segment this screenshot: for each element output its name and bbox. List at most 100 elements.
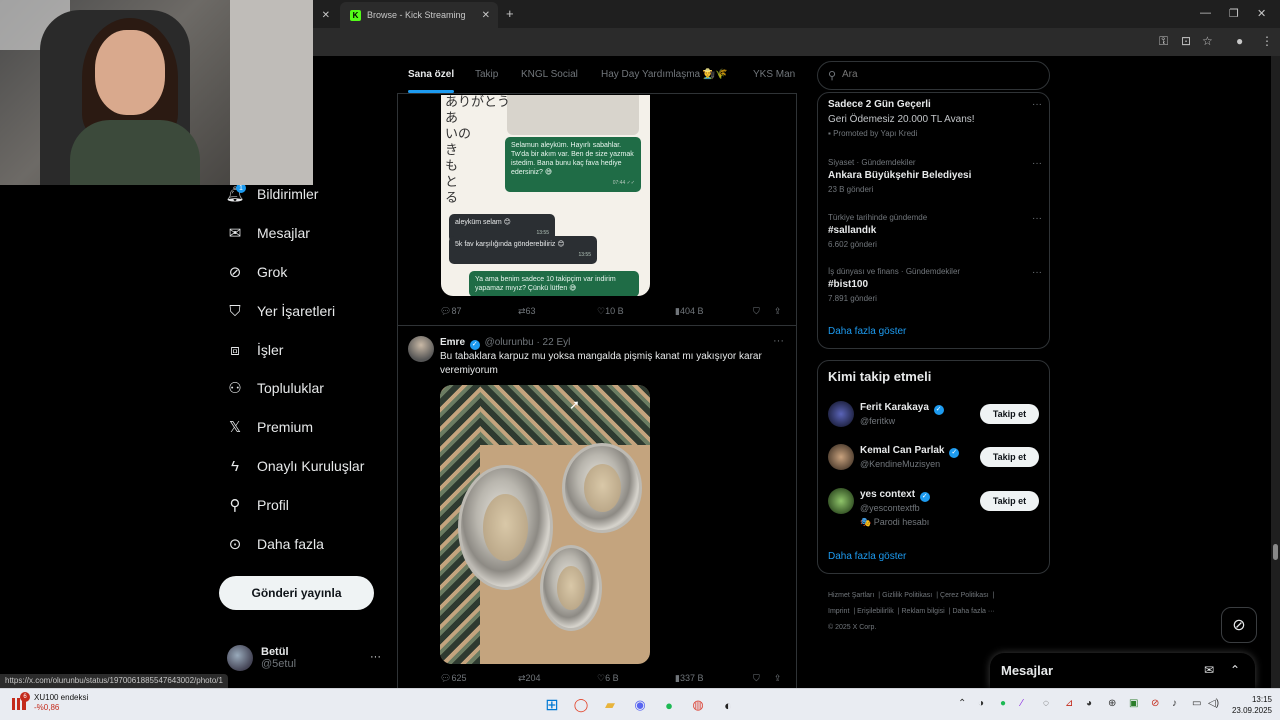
- discord-icon[interactable]: ◉: [629, 694, 651, 716]
- tab-yks[interactable]: YKS Man: [753, 69, 795, 80]
- trend-more-icon[interactable]: ···: [1032, 267, 1042, 278]
- new-message-icon[interactable]: ✉: [1204, 663, 1214, 677]
- tray-app-icon[interactable]: ▣: [1129, 698, 1138, 709]
- windows-start-icon[interactable]: ⊞: [541, 694, 563, 716]
- browser-tab-kick[interactable]: K Browse - Kick Streaming ✕: [340, 2, 498, 28]
- restore-icon[interactable]: ❐: [1229, 7, 1239, 20]
- footer-link[interactable]: Reklam bilgisi: [902, 608, 945, 615]
- trend-item[interactable]: Siyaset · Gündemdekiler Ankara Büyükşehi…: [828, 158, 1042, 194]
- trend-item[interactable]: İş dünyası ve finans · Gündemdekiler #bi…: [828, 267, 1042, 303]
- new-tab-icon[interactable]: +: [506, 6, 514, 21]
- account-switcher[interactable]: Betül @5etul: [227, 645, 296, 671]
- footer-link[interactable]: Imprint: [828, 608, 849, 615]
- share-icon[interactable]: ⇪: [774, 673, 782, 684]
- follow-button[interactable]: Takip et: [980, 404, 1039, 424]
- opera-icon[interactable]: ◯: [570, 694, 592, 716]
- password-key-icon[interactable]: ⚿: [1159, 34, 1168, 49]
- show-more-link[interactable]: Daha fazla göster: [828, 326, 906, 337]
- follow-button[interactable]: Takip et: [980, 491, 1039, 511]
- ad-trend[interactable]: Sadece 2 Gün Geçerli Geri Ödemesiz 20.00…: [828, 99, 1042, 138]
- post-button[interactable]: Gönderi yayınla: [219, 576, 374, 610]
- footer-link[interactable]: Hizmet Şartları: [828, 592, 874, 599]
- file-explorer-icon[interactable]: ▰: [599, 694, 621, 716]
- nav-item-grok[interactable]: ⊘ Grok: [226, 260, 288, 284]
- footer-link[interactable]: Erişilebilirlik: [857, 608, 894, 615]
- trend-item[interactable]: Türkiye tarihinde gündemde #sallandık 6.…: [828, 213, 1042, 249]
- nav-item-bookmarks[interactable]: ⛉ Yer İşaretleri: [226, 299, 335, 323]
- stock-widget[interactable]: 6 XU100 endeksi -%0,86: [10, 692, 88, 713]
- footer-link[interactable]: Gizlilik Politikası: [882, 592, 932, 599]
- menu-kebab-icon[interactable]: ⋮: [1261, 34, 1273, 48]
- expand-icon[interactable]: ⌃: [1230, 663, 1240, 677]
- tab-for-you[interactable]: Sana özel: [408, 69, 454, 80]
- close-window-icon[interactable]: ✕: [1257, 7, 1266, 20]
- like-button[interactable]: ♡ 10 B: [597, 306, 624, 317]
- system-clock[interactable]: 13:15 23.09.2025: [1222, 694, 1272, 716]
- tweet-image[interactable]: ありがとう あ いの き も と る Selamun aleyküm. Hayı…: [441, 95, 650, 296]
- nav-item-messages[interactable]: ✉ Mesajlar: [226, 221, 310, 245]
- tab-close-icon[interactable]: ✕: [482, 10, 490, 21]
- reply-button[interactable]: 💬︎ 87: [440, 306, 461, 317]
- tab-kngl-social[interactable]: KNGL Social: [521, 69, 578, 80]
- show-more-link[interactable]: Daha fazla göster: [828, 551, 906, 562]
- share-icon[interactable]: ⇪: [774, 306, 782, 317]
- author-handle[interactable]: @olurunbu: [485, 337, 534, 348]
- trend-more-icon[interactable]: ···: [1032, 158, 1042, 169]
- nav-item-communities[interactable]: ⚇ Topluluklar: [226, 376, 324, 400]
- tweet-more-icon[interactable]: ···: [773, 335, 784, 347]
- bookmark-icon[interactable]: ⛉: [753, 673, 760, 684]
- nav-item-jobs[interactable]: ⧈ İşler: [226, 338, 283, 362]
- follow-suggestion[interactable]: yes context ✓ @yescontextfb 🎭 Parodi hes…: [828, 488, 1040, 527]
- account-more-icon[interactable]: ···: [370, 651, 381, 663]
- repost-button[interactable]: ⇄ 204: [518, 673, 541, 684]
- nav-item-verified-orgs[interactable]: ϟ Onaylı Kuruluşlar: [226, 454, 364, 478]
- network-icon[interactable]: ▭: [1192, 698, 1201, 709]
- bookmark-icon[interactable]: ⛉: [753, 306, 760, 317]
- messages-dock[interactable]: Mesajlar ✉ ⌃: [990, 653, 1255, 688]
- nav-item-more[interactable]: ⊙ Daha fazla: [226, 532, 324, 556]
- tab-following[interactable]: Takip: [475, 69, 498, 80]
- obs-icon[interactable]: ◐: [717, 694, 739, 716]
- follow-button[interactable]: Takip et: [980, 447, 1039, 467]
- install-app-icon[interactable]: ⊡: [1181, 34, 1191, 48]
- tray-app-icon[interactable]: ⊕: [1108, 698, 1116, 709]
- tweet-image[interactable]: [440, 385, 650, 664]
- follow-suggestion[interactable]: Kemal Can Parlak ✓ @KendineMuzisyen Taki…: [828, 444, 1040, 474]
- pen-icon[interactable]: ⁄: [1021, 698, 1023, 709]
- footer-link[interactable]: Daha fazla ···: [952, 608, 994, 615]
- nav-item-profile[interactable]: ⚲ Profil: [226, 493, 289, 517]
- views-button[interactable]: ▮ 404 B: [675, 306, 703, 317]
- grok-fab-icon[interactable]: ⊘: [1221, 607, 1257, 643]
- avatar[interactable]: [408, 336, 434, 362]
- minimize-icon[interactable]: —: [1200, 7, 1211, 19]
- tray-app-icon[interactable]: ⊿: [1065, 698, 1073, 709]
- follow-suggestion[interactable]: Ferit Karakaya ✓ @feritkw Takip et: [828, 401, 1040, 431]
- nav-item-premium[interactable]: 𝕏 Premium: [226, 415, 313, 439]
- tab-close-icon[interactable]: ✕: [322, 10, 330, 21]
- reply-button[interactable]: 💬︎ 625: [440, 673, 466, 684]
- author-name[interactable]: Emre: [440, 337, 465, 348]
- profile-icon[interactable]: ●: [1236, 34, 1243, 48]
- star-icon[interactable]: ☆: [1202, 34, 1213, 48]
- search-box[interactable]: ⚲: [817, 61, 1050, 90]
- spotify-icon[interactable]: ●: [658, 694, 680, 716]
- tab-hay-day[interactable]: Hay Day Yardımlaşma 👨‍🌾🌾: [601, 69, 728, 80]
- views-button[interactable]: ▮ 337 B: [675, 673, 703, 684]
- like-button[interactable]: ♡ 6 B: [597, 673, 619, 684]
- repost-button[interactable]: ⇄ 63: [518, 306, 536, 317]
- tray-app-icon[interactable]: ⊘: [1151, 698, 1159, 709]
- microphone-icon[interactable]: ♪: [1172, 698, 1177, 709]
- spotify-tray-icon[interactable]: ●: [1000, 698, 1006, 709]
- volume-icon[interactable]: ◁): [1208, 698, 1219, 709]
- tray-app-icon[interactable]: ◕: [1086, 698, 1092, 709]
- tweet-date[interactable]: · 22 Eyl: [536, 337, 570, 348]
- page-scrollbar[interactable]: [1271, 56, 1280, 688]
- search-input[interactable]: [842, 69, 1042, 80]
- chrome-icon[interactable]: ◍: [687, 694, 709, 716]
- trend-more-icon[interactable]: ···: [1032, 213, 1042, 224]
- footer-link[interactable]: Çerez Politikası: [940, 592, 989, 599]
- tray-app-icon[interactable]: ◌: [1043, 698, 1049, 709]
- trend-more-icon[interactable]: ···: [1032, 99, 1042, 110]
- browser-tab[interactable]: ✕: [314, 2, 338, 28]
- steam-icon[interactable]: ◑: [978, 698, 984, 709]
